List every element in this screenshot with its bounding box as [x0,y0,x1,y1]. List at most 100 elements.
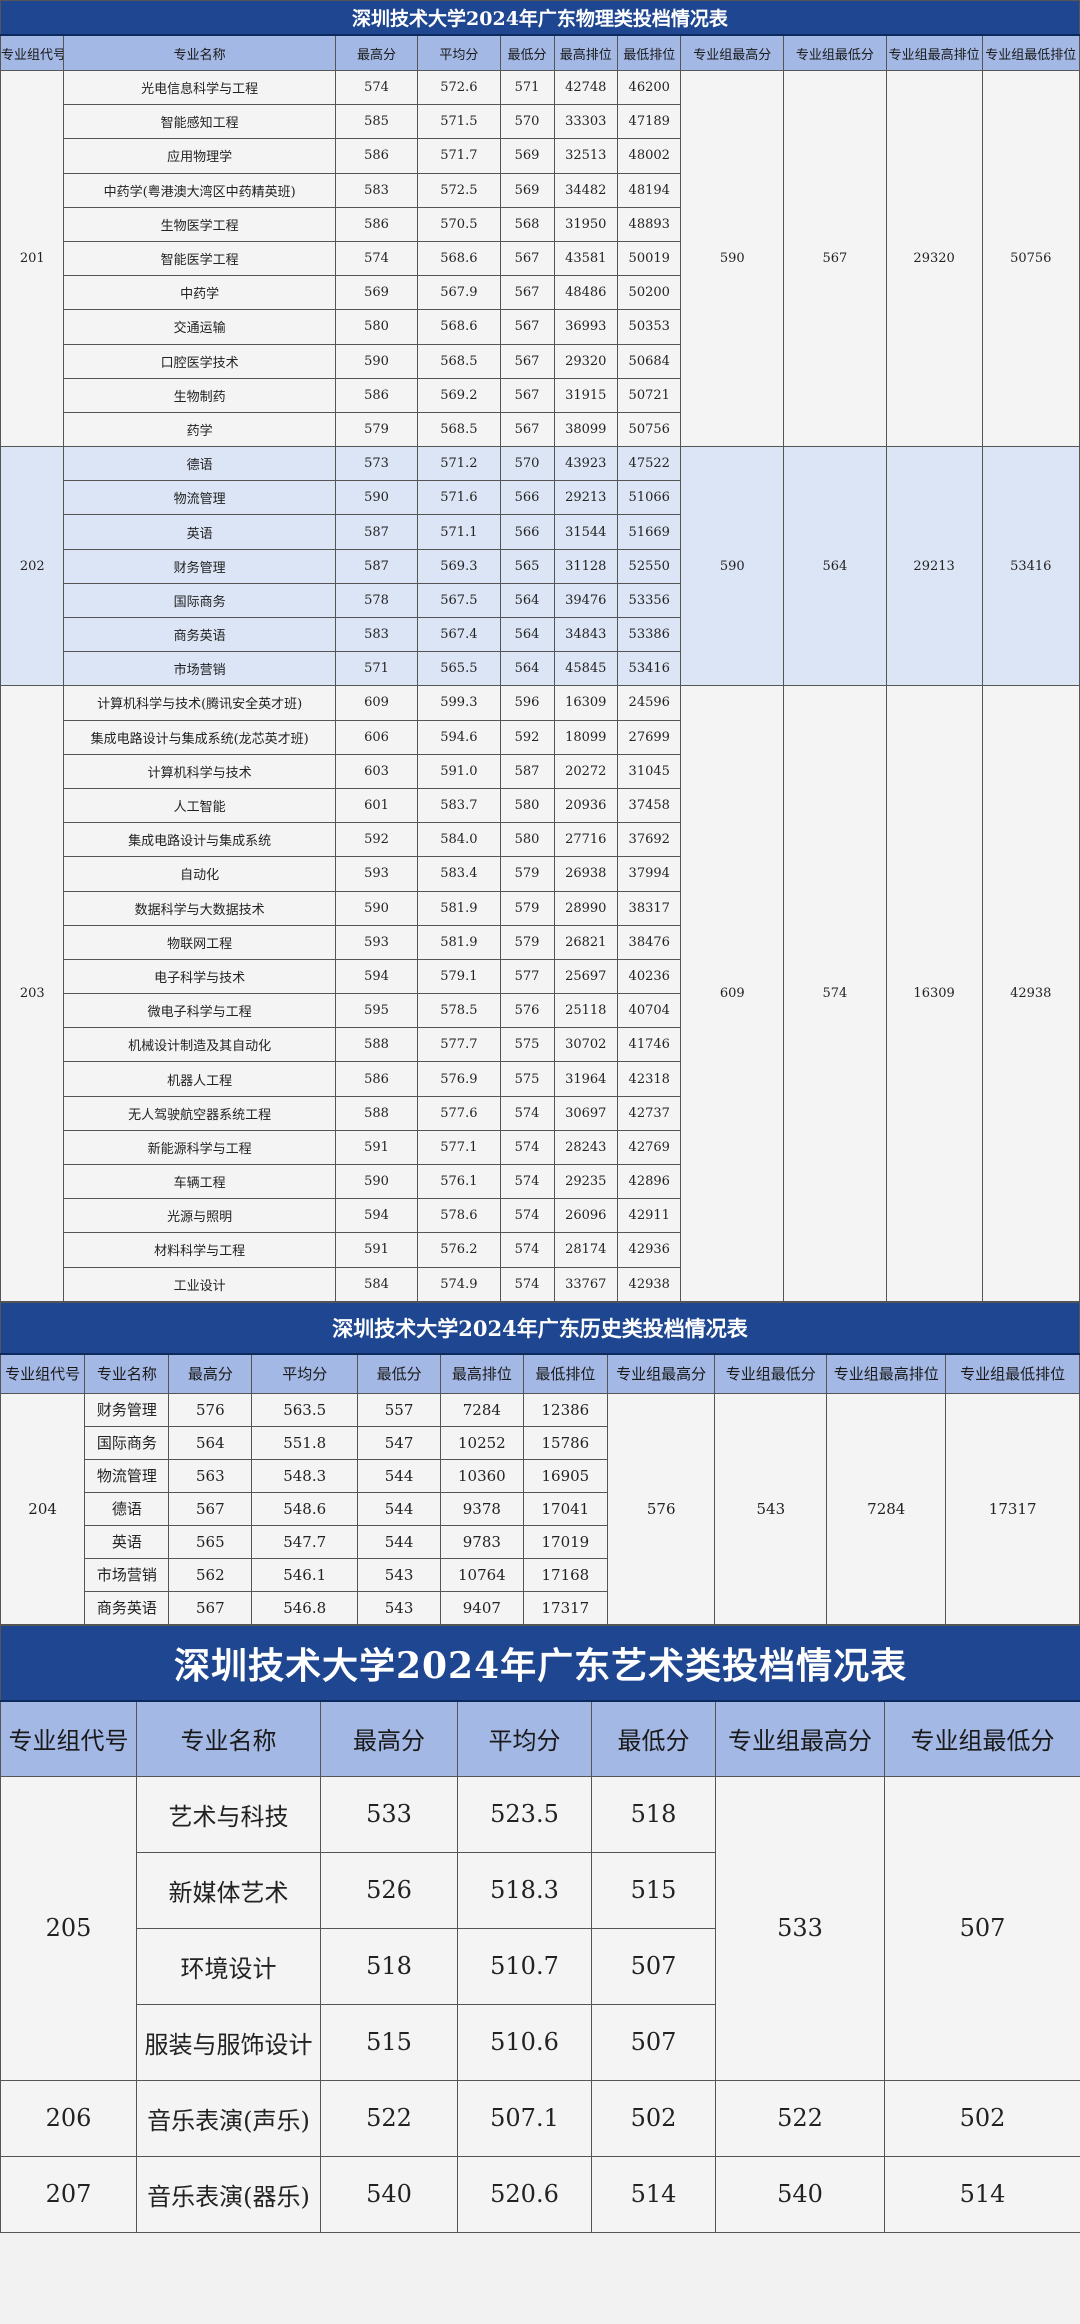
cell-value: 586 [334,206,419,242]
cell-value: 546.8 [251,1590,359,1625]
group-code: 201 [0,69,65,448]
major-name: 应用物理学 [63,138,336,174]
cell-value: 579 [499,856,555,892]
cell-value: 567 [168,1491,253,1526]
column-header: 专业名称 [84,1353,170,1394]
cell-value: 567 [499,411,555,448]
group-g-max: 609 [680,685,785,1302]
cell-value: 581.9 [417,890,501,926]
cell-value: 570 [499,104,555,140]
cell-value: 50019 [616,240,682,277]
column-header: 专业组最低分 [783,34,887,71]
major-name: 环境设计 [136,1927,321,2005]
cell-value: 592 [334,822,419,858]
cell-value: 10360 [439,1458,524,1493]
cell-value: 518 [320,1927,458,2005]
major-name: 商务英语 [84,1590,170,1625]
major-name: 计算机科学与技术(腾讯安全英才班) [63,685,336,721]
column-header: 专业组最高排位 [826,1353,947,1394]
cell-value: 544 [357,1458,441,1493]
group-g-max-rank: 29213 [885,446,983,687]
cell-value: 533 [320,1775,458,1853]
table-row: 205 艺术与科技 533 523.5 518 533 507 [0,1775,1080,2081]
cell-value: 29320 [553,343,619,379]
cell-value: 586 [334,1061,419,1097]
cell-value: 579 [499,890,555,926]
major-name: 音乐表演(声乐) [136,2079,321,2157]
cell-value: 37994 [616,856,682,892]
cell-value: 39476 [553,582,619,619]
physics-title: 深圳技术大学2024年广东物理类投档情况表 [0,0,1080,36]
cell-value: 522 [320,2079,458,2157]
cell-value: 572.6 [417,69,501,106]
cell-value: 579 [334,411,419,448]
major-name: 自动化 [63,856,336,892]
cell-value: 48893 [616,206,682,242]
history-body: 204 财务管理 576 563.5 557 7284 12386 576 543 7284 173… [0,1392,1080,1625]
group-g-max-rank: 7284 [826,1392,947,1625]
cell-value: 564 [499,651,555,687]
cell-value: 40236 [616,958,682,995]
cell-value: 580 [499,787,555,824]
cell-value: 576 [499,993,555,1029]
cell-value: 574 [499,1129,555,1166]
major-name: 生物医学工程 [63,206,336,242]
cell-value: 33767 [553,1266,619,1302]
major-name: 新媒体艺术 [136,1851,321,1929]
cell-value: 563.5 [251,1392,359,1427]
cell-value: 567 [499,343,555,379]
major-name: 物流管理 [84,1458,170,1493]
cell-value: 42936 [616,1232,682,1268]
cell-value: 41746 [616,1027,682,1063]
cell-value: 31915 [553,377,619,413]
group-g-min-rank: 50756 [981,69,1080,448]
cell-value: 27716 [553,822,619,858]
cell-value: 587 [334,548,419,584]
cell-value: 575 [499,1061,555,1097]
cell-value: 591 [334,1232,419,1268]
cell-value: 579 [499,924,555,960]
cell-value: 52550 [616,548,682,584]
cell-value: 585 [334,104,419,140]
cell-value: 38476 [616,924,682,960]
physics-header-row: 专业组代号 专业名称 最高分 平均分 最低分 最高排位 最低排位 专业组最高分 专业组最低分 专业… [0,34,1080,71]
cell-value: 567.9 [417,275,501,311]
group-g-min: 543 [714,1392,828,1625]
major-name: 中药学(粤港澳大湾区中药精英班) [63,172,336,208]
group-g-min: 507 [883,1775,1080,2081]
cell-value: 31964 [553,1061,619,1097]
cell-value: 42748 [553,69,619,106]
group-code: 202 [0,446,65,687]
cell-value: 590 [334,890,419,926]
cell-value: 12386 [522,1392,608,1427]
cell-value: 568 [499,206,555,242]
cell-value: 570.5 [417,206,501,242]
group-g-max: 533 [715,1775,885,2081]
table-row: 202 德语 573 571.2 570 43923 47522 590 564 29213 534… [0,446,1080,687]
column-header: 最低排位 [616,34,682,71]
major-name: 财务管理 [63,548,336,584]
cell-value: 29213 [553,480,619,516]
cell-value: 548.3 [251,1458,359,1493]
group-g-min: 514 [883,2155,1080,2233]
group-g-max-rank: 29320 [885,69,983,448]
cell-value: 29235 [553,1163,619,1200]
cell-value: 31544 [553,514,619,550]
column-header: 最高分 [320,1700,458,1777]
cell-value: 42769 [616,1129,682,1166]
history-title: 深圳技术大学2024年广东历史类投档情况表 [0,1301,1080,1355]
cell-value: 571.1 [417,514,501,550]
group-g-max: 522 [715,2079,885,2157]
cell-value: 563 [168,1458,253,1493]
cell-value: 50684 [616,343,682,379]
cell-value: 568.5 [417,343,501,379]
cell-value: 26821 [553,924,619,960]
cell-value: 507 [591,2003,716,2081]
major-name: 市场营销 [63,651,336,687]
cell-value: 569 [334,275,419,311]
cell-value: 567 [499,377,555,413]
cell-value: 587 [499,753,555,789]
cell-value: 34482 [553,172,619,208]
cell-value: 580 [334,309,419,345]
major-name: 德语 [63,446,336,482]
